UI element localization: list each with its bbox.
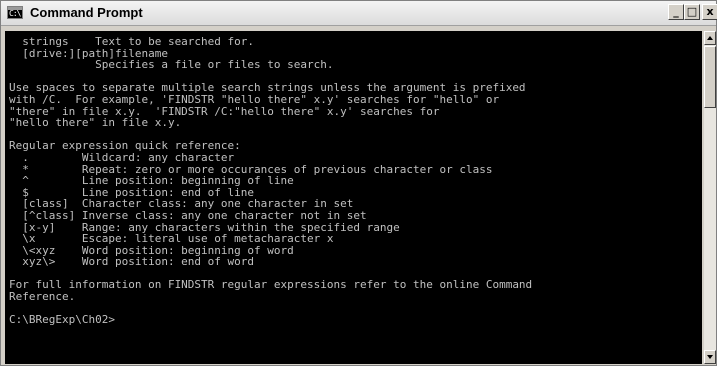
console-line: C:\BRegExp\Ch02> (9, 313, 115, 327)
command-prompt-icon[interactable]: C:\ (7, 6, 23, 19)
close-button[interactable]: x (702, 4, 717, 20)
close-icon: x (706, 5, 714, 18)
console-output[interactable]: strings Text to be searched for. [drive:… (5, 31, 702, 364)
minimize-icon: _ (673, 5, 679, 18)
console-text: strings Text to be searched for. [drive:… (5, 31, 702, 326)
console-line: with /C. For example, 'FINDSTR "hello th… (9, 92, 500, 106)
scroll-down-arrow-icon[interactable] (704, 350, 716, 364)
maximize-icon: □ (686, 5, 698, 18)
title-bar[interactable]: C:\ Command Prompt _ □ x (1, 1, 717, 26)
scroll-thumb[interactable] (704, 46, 716, 108)
minimize-button[interactable]: _ (668, 4, 684, 20)
vertical-scrollbar[interactable] (704, 31, 716, 364)
command-prompt-window: C:\ Command Prompt _ □ x strings Text to… (0, 0, 717, 366)
console-line: strings Text to be searched for. (9, 35, 255, 48)
console-line: [^class] Inverse class: any one characte… (9, 208, 367, 222)
console-line: "hello there" in file x.y. (9, 116, 182, 130)
console-line: ^ Line position: beginning of line (9, 174, 294, 188)
maximize-button[interactable]: □ (684, 4, 700, 20)
console-line: . Wildcard: any character (9, 150, 235, 164)
console-line: \x Escape: literal use of metacharacter … (9, 232, 334, 246)
window-title: Command Prompt (30, 5, 143, 20)
console-line: xyz\> Word position: end of word (9, 255, 255, 269)
console-line: For full information on FINDSTR regular … (9, 278, 533, 292)
console-line: Reference. (9, 290, 76, 304)
scroll-up-arrow-icon[interactable] (704, 31, 716, 45)
command-prompt-icon-text: C:\ (9, 9, 21, 18)
console-line: Specifies a file or files to search. (9, 58, 334, 72)
